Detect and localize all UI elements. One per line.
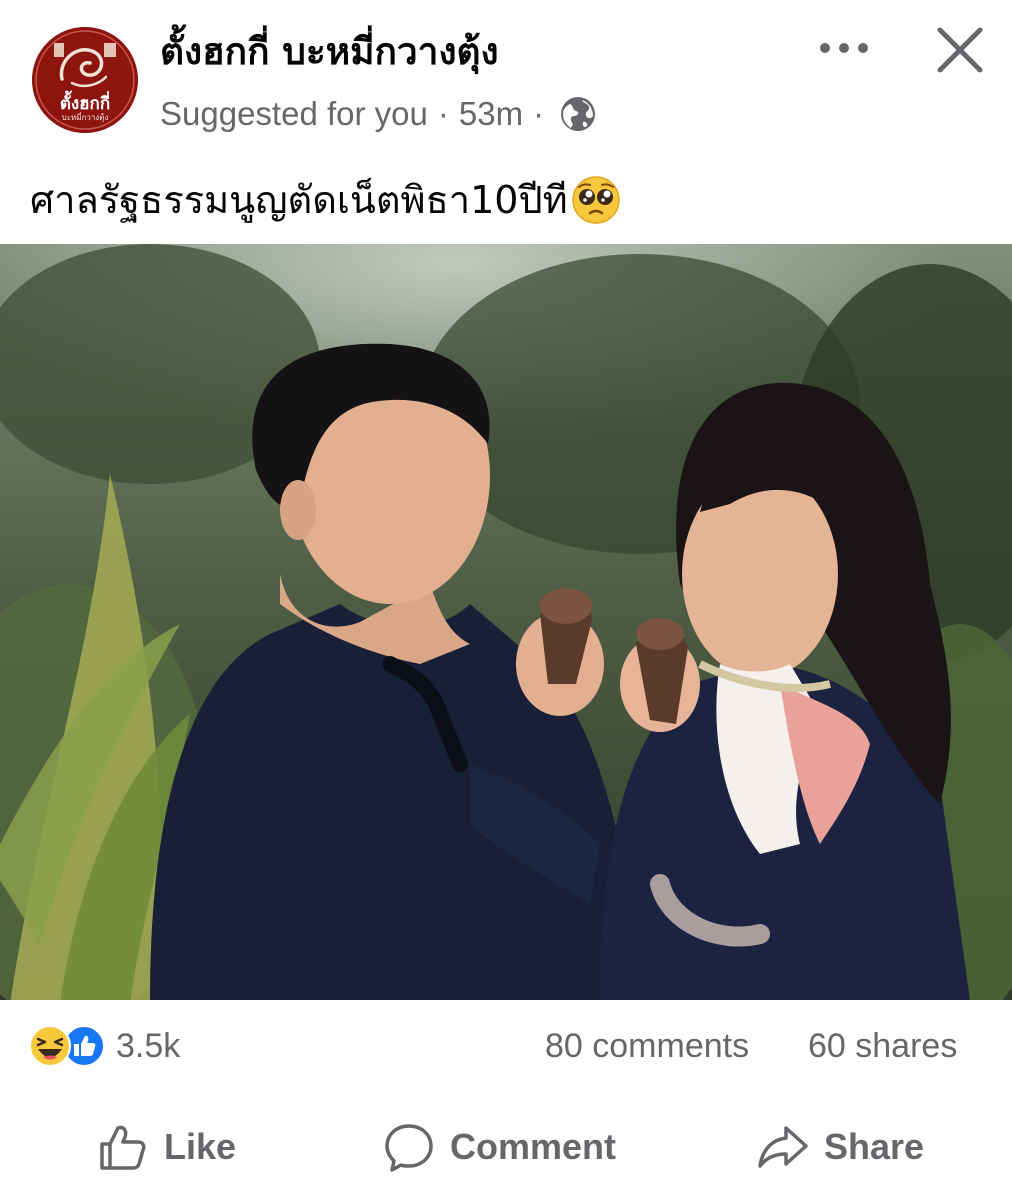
page-avatar[interactable]: ตั้งฮกกี่ บะหมี่กวางตุ้ง xyxy=(32,27,138,133)
comment-bubble-icon xyxy=(385,1124,433,1172)
comments-count[interactable]: 80 comments xyxy=(545,1024,749,1068)
reaction-count[interactable]: 3.5k xyxy=(116,1027,180,1066)
post-meta: Suggested for you · 53m · xyxy=(160,92,598,136)
couple-photo-image xyxy=(0,244,1012,1000)
haha-emoji-icon xyxy=(29,1025,71,1067)
pleading-face-emoji-icon xyxy=(571,176,620,224)
more-options-icon[interactable] xyxy=(814,28,874,68)
thumbs-up-icon xyxy=(100,1125,146,1170)
page-name-link[interactable]: ตั้งฮกกี่ บะหมี่กวางตุ้ง xyxy=(160,28,499,76)
post-stats: 3.5k 80 comments 60 shares xyxy=(0,1000,1012,1090)
post-photo[interactable] xyxy=(0,244,1012,1000)
more-dot xyxy=(820,43,830,53)
logo-sub-text: บะหมี่กวางตุ้ง xyxy=(61,113,109,122)
meta-separator: · xyxy=(533,95,545,132)
post-timestamp[interactable]: 53m xyxy=(459,95,523,133)
like-label: Like xyxy=(164,1126,237,1167)
meta-separator: · xyxy=(437,95,449,132)
suggested-label: Suggested for you xyxy=(160,95,428,132)
post-actions: Like Comment Share xyxy=(0,1100,1012,1194)
share-button[interactable]: Share xyxy=(756,1118,924,1176)
more-dot xyxy=(858,43,868,53)
close-icon[interactable] xyxy=(932,22,988,78)
reactions-summary[interactable]: 3.5k xyxy=(28,1024,180,1068)
share-arrow-icon xyxy=(758,1126,808,1168)
post-header: ตั้งฮกกี่ บะหมี่กวางตุ้ง ตั้งฮกกี่ บะหมี… xyxy=(0,0,1012,150)
caption-text: ศาลรัฐธรรมนูญตัดเน็ตพิธา10ปีที xyxy=(30,178,568,222)
globe-icon[interactable] xyxy=(558,94,598,134)
comment-button[interactable]: Comment xyxy=(382,1118,616,1176)
shares-count[interactable]: 60 shares xyxy=(808,1024,957,1068)
comment-label: Comment xyxy=(450,1126,617,1167)
like-button[interactable]: Like xyxy=(96,1118,236,1176)
more-dot xyxy=(839,43,849,53)
share-label: Share xyxy=(824,1126,925,1167)
post-caption: ศาลรัฐธรรมนูญตัดเน็ตพิธา10ปีที xyxy=(30,172,622,228)
